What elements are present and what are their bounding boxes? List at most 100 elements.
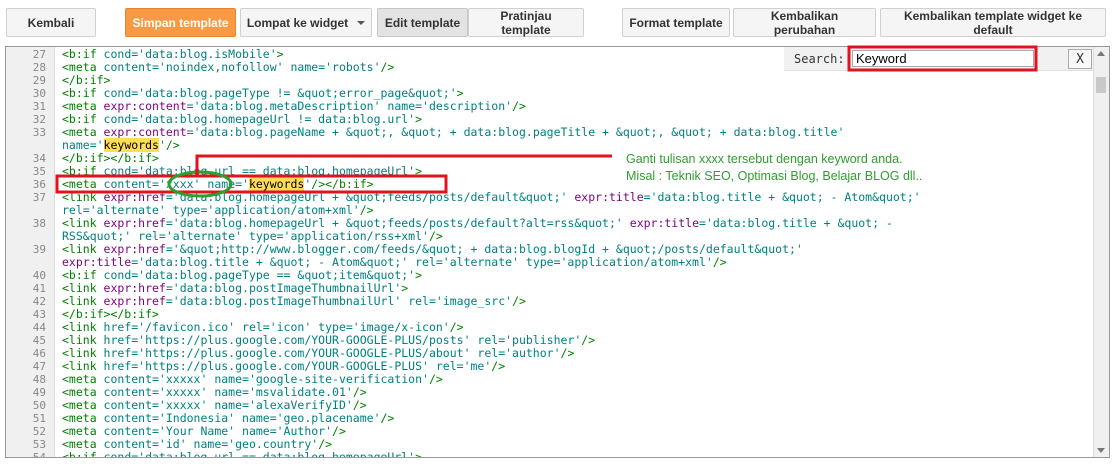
code-token: > xyxy=(415,268,423,282)
code-text: <b:if cond='data:blog.url == data:blog.h… xyxy=(62,451,422,458)
edit-template-tab[interactable]: Edit template xyxy=(377,8,468,37)
line-number: 52 xyxy=(32,425,46,438)
keyword-highlight: keywords xyxy=(248,177,305,191)
code-token: content='xxxxx' name='msvalidate.01' xyxy=(96,385,353,399)
line-number: 41 xyxy=(32,282,46,295)
code-token: /> xyxy=(428,372,443,386)
code-token: /> xyxy=(512,99,526,113)
line-number: 37 xyxy=(32,191,46,204)
line-number: 42 xyxy=(32,295,46,308)
search-input[interactable] xyxy=(852,50,1034,67)
code-token: content='Indonesia' name='geo.placename' xyxy=(96,411,381,425)
line-number: 53 xyxy=(32,438,46,451)
line-number: 46 xyxy=(32,347,46,360)
code-token: cond='data:blog.url == data:blog.homepag… xyxy=(96,164,416,178)
editor-toolbar: Kembali Simpan template Lompat ke widget… xyxy=(0,0,1116,44)
annotation-text-1: Ganti tulisan xxxx tersebut dengan keywo… xyxy=(626,152,903,166)
code-token: href='https://plus.google.com/YOUR-GOOGL… xyxy=(96,359,492,373)
search-label: Search: xyxy=(794,52,845,66)
preview-template-tab[interactable]: Pratinjau template xyxy=(468,8,584,37)
code-token: /> xyxy=(712,255,727,269)
code-token: ='data:blog.title + &quot; - Atom&quot;'… xyxy=(131,255,713,269)
code-token: rel='alternate' type='application/atom+x… xyxy=(62,203,360,217)
code-token: <b:if xyxy=(62,47,97,61)
code-token: ='data:blog.title + &quot; - xyxy=(699,216,893,230)
code-token: expr:href xyxy=(96,242,166,256)
code-token: <meta xyxy=(62,60,97,74)
code-token: </b:if> xyxy=(62,73,111,87)
line-number: 39 xyxy=(32,243,46,256)
code-token: <link xyxy=(62,242,97,256)
scrollbar-thumb[interactable] xyxy=(1096,77,1106,93)
vertical-scrollbar[interactable] xyxy=(1093,47,1109,457)
code-token: </b:if></b:if> xyxy=(62,307,159,321)
code-token: expr:title xyxy=(567,190,644,204)
code-token: ='data:blog.postImageThumbnailUrl' xyxy=(165,281,402,295)
line-number: 27 xyxy=(32,48,46,61)
code-token: <link xyxy=(62,216,97,230)
code-token: expr:href xyxy=(96,294,166,308)
jump-to-widget-dropdown[interactable]: Lompat ke widget xyxy=(240,8,372,37)
code-token: <link xyxy=(62,294,97,308)
search-close-button[interactable]: X xyxy=(1068,49,1092,69)
revert-widget-template-button[interactable]: Kembalikan template widget ke default xyxy=(880,8,1106,37)
code-token: cond='data:blog.homepageUrl != data:blog… xyxy=(96,112,416,126)
save-template-button[interactable]: Simpan template xyxy=(125,8,236,37)
code-token: /> xyxy=(380,60,395,74)
code-token: /></b:if> xyxy=(311,177,374,191)
line-number: 28 xyxy=(32,61,46,74)
code-token: </b:if></b:if> xyxy=(62,151,159,165)
code-token: expr:content xyxy=(96,125,187,139)
code-token: /> xyxy=(491,359,506,373)
code-editor[interactable]: 27 <b:if cond='data:blog.isMobile'> 28 <met… xyxy=(5,46,1110,458)
code-token: expr:content xyxy=(96,99,187,113)
code-token: <meta xyxy=(62,398,97,412)
line-number: 34 xyxy=(32,152,46,165)
code-token: <meta xyxy=(62,177,97,191)
code-token: content='xxxx' name=' xyxy=(96,177,249,191)
code-token: > xyxy=(276,47,284,61)
line-number: 36 xyxy=(32,178,46,191)
code-token: > xyxy=(456,86,464,100)
code-token: <b:if xyxy=(62,112,97,126)
code-token: /> xyxy=(352,398,367,412)
arrow-up-icon[interactable] xyxy=(1097,51,1105,56)
code-token: /> xyxy=(352,385,367,399)
code-token: ='&quot;http://www.blogger.com/feeds/&qu… xyxy=(165,242,803,256)
code-token: /> xyxy=(318,437,333,451)
line-number: 38 xyxy=(32,217,46,230)
keyword-highlight: keywords xyxy=(103,138,159,152)
code-token: /> xyxy=(581,333,596,347)
code-token: ' xyxy=(158,138,166,152)
code-token: <meta xyxy=(62,437,97,451)
arrow-down-icon[interactable] xyxy=(1097,448,1105,453)
code-token: content='noindex,nofollow' name='robots' xyxy=(96,60,381,74)
code-token: expr:title xyxy=(622,216,700,230)
code-token: <meta xyxy=(62,411,97,425)
code-token: <link xyxy=(62,333,97,347)
line-number: 50 xyxy=(32,399,46,412)
line-number: 47 xyxy=(32,360,46,373)
code-token: /> xyxy=(428,229,443,243)
back-button[interactable]: Kembali xyxy=(6,8,96,37)
line-number: 31 xyxy=(32,100,46,113)
code-token: content='id' name='geo.country' xyxy=(96,437,319,451)
code-token: content='xxxxx' name='google-site-verifi… xyxy=(96,372,429,386)
code-token: href='https://plus.google.com/YOUR-GOOGL… xyxy=(96,333,582,347)
chevron-down-icon xyxy=(357,20,366,25)
annotation-text-2: Misal : Teknik SEO, Optimasi Blog, Belaj… xyxy=(626,169,923,183)
code-token: <link xyxy=(62,359,97,373)
code-token: <link xyxy=(62,190,97,204)
format-template-button[interactable]: Format template xyxy=(622,8,730,37)
code-token: ='data:blog.homepageUrl + &quot;feeds/po… xyxy=(165,216,623,230)
code-token: cond='data:blog.pageType == &quot;item&q… xyxy=(96,268,416,282)
line-number: 51 xyxy=(32,412,46,425)
code-token: href='/favicon.ico' rel='icon' type='ima… xyxy=(96,320,450,334)
code-token: <link xyxy=(62,346,97,360)
line-number: 40 xyxy=(32,269,46,282)
code-token: expr:title xyxy=(62,255,132,269)
revert-changes-button[interactable]: Kembalikan perubahan xyxy=(733,8,876,37)
code-token: /> xyxy=(359,203,374,217)
line-number: 30 xyxy=(32,87,46,100)
code-token: <b:if xyxy=(62,164,97,178)
